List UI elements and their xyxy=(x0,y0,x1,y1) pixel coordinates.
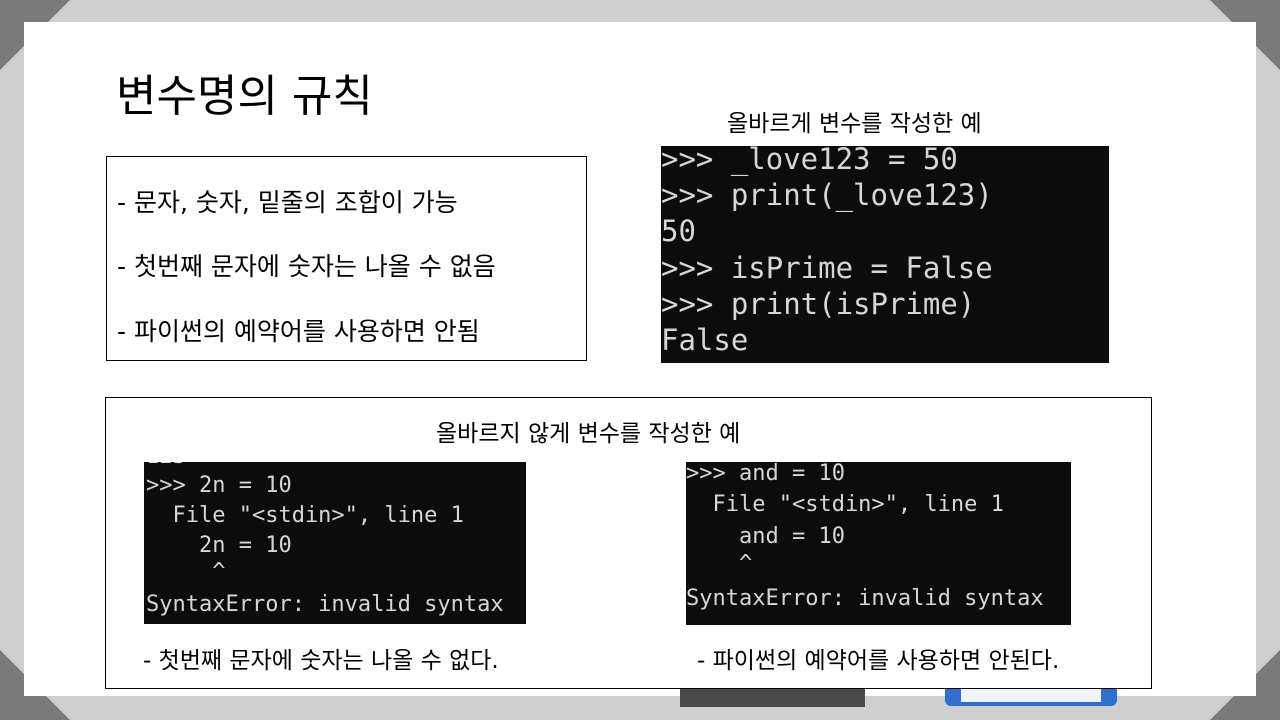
bad-example-note-right: - 파이썬의 예약어를 사용하면 안된다. xyxy=(697,648,1060,674)
terminal-line: and = 10 xyxy=(686,524,845,549)
rules-box: - 문자, 숫자, 밑줄의 조합이 가능 - 첫번째 문자에 숫자는 나올 수 … xyxy=(106,156,587,361)
terminal-line: False xyxy=(661,323,749,357)
terminal-line: >>> and = 10 xyxy=(686,462,845,486)
terminal-line: >>> 2n = 10 xyxy=(146,473,292,498)
terminal-line: ^ xyxy=(146,559,226,584)
terminal-line: 50 xyxy=(661,214,696,248)
rule-item: - 파이썬의 예약어를 사용하면 안됨 xyxy=(117,317,480,346)
terminal-line: >>> _love123 = 50 xyxy=(661,146,958,176)
good-example-caption: 올바르게 변수를 작성한 예 xyxy=(727,111,982,137)
bad-example-caption: 올바르지 않게 변수를 작성한 예 xyxy=(436,421,741,447)
terminal-line: File "<stdin>", line 1 xyxy=(146,503,464,528)
footer-bar xyxy=(680,688,865,707)
bad-example-terminal-left: 123 >>> 2n = 10 File "<stdin>", line 1 2… xyxy=(144,462,526,624)
slide-title: 변수명의 규칙 xyxy=(116,71,373,122)
bad-examples-box: 올바르지 않게 변수를 작성한 예 123 >>> 2n = 10 File "… xyxy=(105,397,1152,689)
terminal-line: >>> print(_love123) xyxy=(661,178,993,212)
rule-item: - 첫번째 문자에 숫자는 나올 수 없음 xyxy=(117,252,496,281)
rule-item: - 문자, 숫자, 밑줄의 조합이 가능 xyxy=(117,188,458,217)
terminal-line: 2n = 10 xyxy=(146,533,292,558)
terminal-line: ^ xyxy=(686,551,753,576)
terminal-line: >>> isPrime = False xyxy=(661,251,993,285)
terminal-line: SyntaxError: invalid syntax xyxy=(686,586,1044,611)
good-example-terminal: >>> _love123 = 50 >>> print(_love123) 50… xyxy=(661,146,1109,363)
bad-example-terminal-right: >>> and = 10 File "<stdin>", line 1 and … xyxy=(686,462,1071,625)
terminal-line: SyntaxError: invalid syntax xyxy=(146,592,504,617)
bad-example-note-left: - 첫번째 문자에 숫자는 나올 수 없다. xyxy=(143,648,499,674)
terminal-line: >>> print(isPrime) xyxy=(661,287,976,321)
terminal-line: File "<stdin>", line 1 xyxy=(686,492,1004,517)
terminal-line: 123 xyxy=(146,462,186,469)
